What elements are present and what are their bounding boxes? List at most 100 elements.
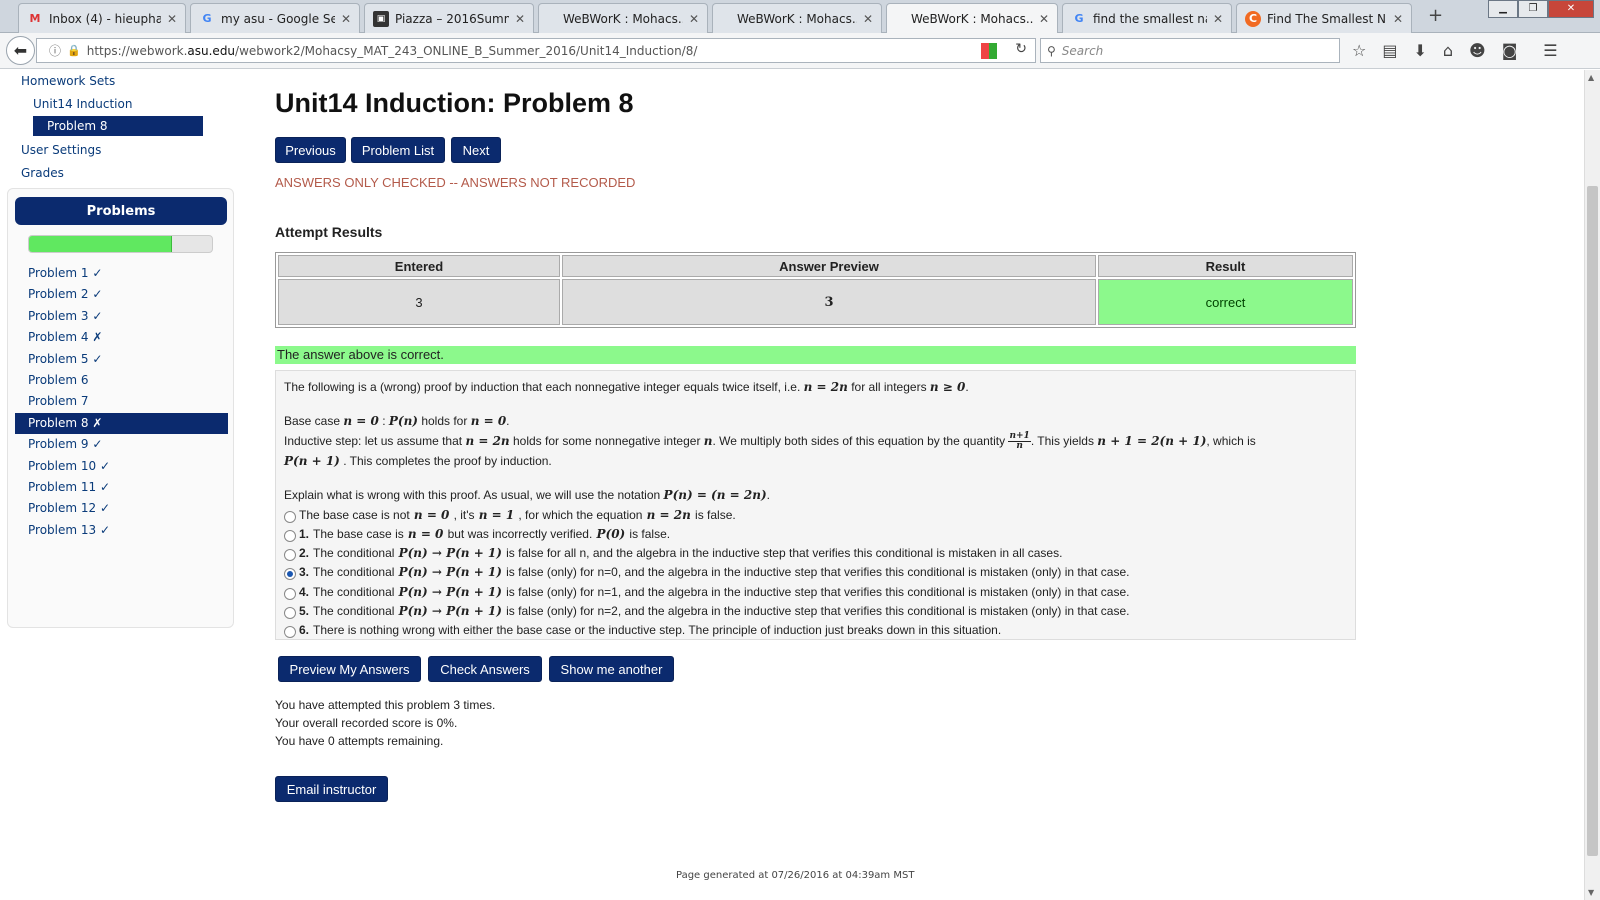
pocket-icon[interactable]: ◙ <box>1502 41 1518 60</box>
problem-intro: The following is a (wrong) proof by indu… <box>284 380 969 394</box>
menu-icon[interactable]: ☰ <box>1543 41 1557 60</box>
problem-list-item[interactable]: Problem 7 <box>15 391 228 412</box>
next-button[interactable]: Next <box>451 137 501 163</box>
check-answers-button[interactable]: Check Answers <box>428 656 542 682</box>
radio-button[interactable] <box>284 549 296 562</box>
extension-icon[interactable] <box>981 43 997 59</box>
radio-button-selected[interactable] <box>284 568 296 581</box>
user-settings-link[interactable]: User Settings <box>21 143 101 157</box>
problem-list-item[interactable]: Problem 10 ✓ <box>15 456 228 477</box>
problem-list-item[interactable]: Problem 13 ✓ <box>15 520 228 541</box>
current-problem-link[interactable]: Problem 8 <box>33 116 203 136</box>
answer-option-3[interactable]: 3. The conditional P(n) → P(n + 1) is fal… <box>284 563 1347 582</box>
answer-option-1[interactable]: 1. The base case is n = 0 but was incorre… <box>284 525 1347 544</box>
close-window-button[interactable]: ✕ <box>1548 0 1594 18</box>
answer-preview-cell: 3 <box>562 279 1096 325</box>
answer-option-4[interactable]: 4. The conditional P(n) → P(n + 1) is fal… <box>284 582 1347 601</box>
previous-button[interactable]: Previous <box>275 137 346 163</box>
close-tab-icon[interactable]: ✕ <box>341 12 351 26</box>
table-header-row: Entered Answer Preview Result <box>278 255 1353 277</box>
search-bar[interactable]: ⚲ Search <box>1040 38 1340 63</box>
problem-list-item[interactable]: Problem 11 ✓ <box>15 477 228 498</box>
google-icon: G <box>202 12 212 25</box>
problem-list-item[interactable]: Problem 8 ✗ <box>15 412 228 435</box>
attempt-status: You have attempted this problem 3 times.… <box>275 696 495 750</box>
answer-option-2[interactable]: 2. The conditional P(n) → P(n + 1) is fal… <box>284 544 1347 563</box>
problem-list-item[interactable]: Problem 5 ✓ <box>15 349 228 370</box>
url-prefix: https://webwork. <box>86 43 188 58</box>
problem-list-item[interactable]: Problem 2 ✓ <box>15 284 228 305</box>
reload-icon[interactable]: ↻ <box>1015 41 1027 57</box>
radio-button[interactable] <box>284 587 296 600</box>
close-tab-icon[interactable]: ✕ <box>167 12 177 26</box>
result-cell: correct <box>1098 279 1353 325</box>
problem-list-item[interactable]: Problem 3 ✓ <box>15 306 228 327</box>
browser-tab-1[interactable]: M Inbox (4) - hieupha... ✕ <box>18 3 186 33</box>
progress-fill <box>29 236 172 252</box>
radio-button[interactable] <box>284 626 296 639</box>
url-path: /webwork2/Mohacsy_MAT_243_ONLINE_B_Summe… <box>235 43 698 58</box>
answer-option-5[interactable]: 5. The conditional P(n) → P(n + 1) is fal… <box>284 601 1347 620</box>
problems-header: Problems <box>15 197 227 225</box>
problem-list-item[interactable]: Problem 6 <box>15 370 228 391</box>
close-tab-icon[interactable]: ✕ <box>1039 12 1049 26</box>
answer-option-0[interactable]: The base case is not n = 0 , it's n = 1 … <box>284 505 1347 524</box>
problem-question: Explain what is wrong with this proof. A… <box>284 488 770 503</box>
browser-tab-5[interactable]: WeBWorK : Mohacs... ✕ <box>712 3 882 33</box>
answer-option-6[interactable]: 6. There is nothing wrong with either the… <box>284 620 1347 639</box>
search-icon: ⚲ <box>1047 43 1056 58</box>
problem-list-item[interactable]: Problem 4 ✗ <box>15 327 228 348</box>
score-line: Your overall recorded score is 0%. <box>275 716 458 730</box>
close-tab-icon[interactable]: ✕ <box>1213 12 1223 26</box>
problem-list-item[interactable]: Problem 1 ✓ <box>15 263 228 284</box>
bookmark-star-icon[interactable]: ☆ <box>1352 41 1366 60</box>
back-button[interactable]: ⬅ <box>6 36 35 65</box>
downloads-icon[interactable]: ⬇ <box>1413 41 1426 60</box>
homework-sets-link[interactable]: Homework Sets <box>21 74 115 88</box>
page-title: Unit14 Induction: Problem 8 <box>275 88 634 118</box>
page-scrollbar[interactable]: ▲ ▼ <box>1584 70 1600 900</box>
webwork-page: Homework Sets Unit14 Induction Problem 8… <box>0 70 1584 900</box>
tab-title: WeBWorK : Mohacs... <box>911 12 1033 26</box>
close-tab-icon[interactable]: ✕ <box>689 12 699 26</box>
minimize-button[interactable]: ▁ <box>1488 0 1518 18</box>
browser-tab-4[interactable]: WeBWorK : Mohacs... ✕ <box>538 3 708 33</box>
chat-icon[interactable]: ☻ <box>1469 41 1486 60</box>
problem-list-button[interactable]: Problem List <box>351 137 445 163</box>
browser-tab-2[interactable]: G my asu - Google Sea... ✕ <box>190 3 360 33</box>
browser-tab-7[interactable]: G find the smallest nat... ✕ <box>1062 3 1232 33</box>
close-tab-icon[interactable]: ✕ <box>1393 12 1403 26</box>
unit-link[interactable]: Unit14 Induction <box>33 97 132 111</box>
radio-button[interactable] <box>284 606 296 619</box>
answers-not-recorded-notice: ANSWERS ONLY CHECKED -- ANSWERS NOT RECO… <box>275 175 636 190</box>
home-icon[interactable]: ⌂ <box>1443 41 1453 60</box>
table-row: 3 3 correct <box>278 279 1353 325</box>
show-another-button[interactable]: Show me another <box>549 656 674 682</box>
scroll-up-icon[interactable]: ▲ <box>1588 73 1594 82</box>
problem-list-item[interactable]: Problem 9 ✓ <box>15 434 228 455</box>
email-instructor-button[interactable]: Email instructor <box>275 776 388 802</box>
chegg-icon: C <box>1245 10 1261 27</box>
problem-list-item[interactable]: Problem 12 ✓ <box>15 498 228 519</box>
url-text[interactable]: https://webwork.asu.edu/webwork2/Mohacsy… <box>87 44 698 58</box>
radio-button[interactable] <box>284 530 296 543</box>
scrollbar-thumb[interactable] <box>1587 186 1598 856</box>
close-tab-icon[interactable]: ✕ <box>515 12 525 26</box>
address-bar[interactable]: ⓘ 🔒 https://webwork.asu.edu/webwork2/Moh… <box>36 38 1036 63</box>
radio-button[interactable] <box>284 510 296 523</box>
preview-answers-button[interactable]: Preview My Answers <box>278 656 421 682</box>
info-icon[interactable]: ⓘ <box>49 42 61 59</box>
attempt-results-table: Entered Answer Preview Result 3 3 correc… <box>275 252 1356 328</box>
attempt-results-heading: Attempt Results <box>275 224 383 240</box>
reading-list-icon[interactable]: ▤ <box>1382 41 1397 60</box>
browser-tab-8[interactable]: C Find The Smallest N... ✕ <box>1236 3 1412 33</box>
close-tab-icon[interactable]: ✕ <box>863 12 873 26</box>
grades-link[interactable]: Grades <box>21 166 64 180</box>
browser-tab-6-active[interactable]: WeBWorK : Mohacs... ✕ <box>886 3 1058 34</box>
scroll-down-icon[interactable]: ▼ <box>1588 888 1594 897</box>
tab-title: Inbox (4) - hieupha... <box>49 11 161 26</box>
maximize-button[interactable]: ❐ <box>1518 0 1548 18</box>
browser-tab-3[interactable]: ▣ Piazza – 2016Summ... ✕ <box>364 3 534 33</box>
tab-title: find the smallest nat... <box>1093 11 1207 26</box>
new-tab-button[interactable]: + <box>1428 5 1443 26</box>
